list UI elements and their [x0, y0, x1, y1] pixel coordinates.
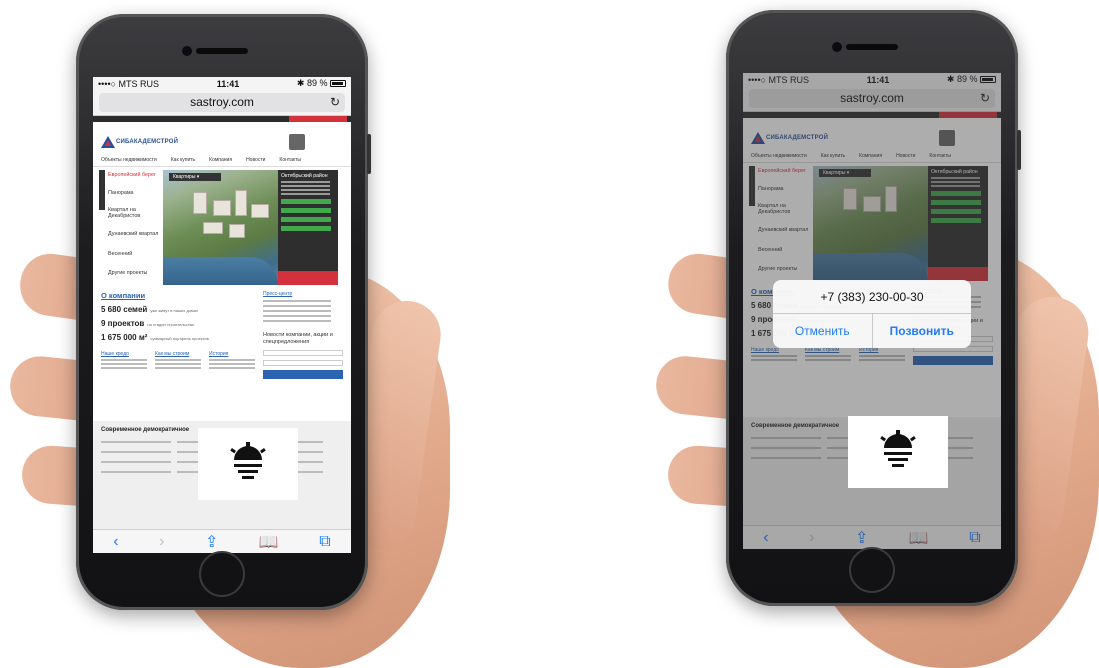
nav-item[interactable]: Новости — [246, 157, 265, 163]
press-column: Пресс-центр Новости компании, акции и сп… — [263, 291, 343, 379]
project-item[interactable]: Другие проекты — [108, 270, 147, 276]
promo-option[interactable] — [281, 226, 331, 231]
river — [163, 257, 278, 285]
promo-option[interactable] — [281, 199, 331, 204]
projects-menu: Европейский берег Панорама Квартал на Де… — [99, 170, 163, 285]
address-bar[interactable]: sastroy.com ↻ — [93, 90, 351, 116]
nav-item[interactable]: Как купить — [171, 157, 195, 163]
type-dropdown[interactable]: Квартиры ▾ — [169, 173, 221, 181]
project-render-image[interactable]: Квартиры ▾ — [163, 170, 278, 285]
status-bar: ••••○ MTS RUS 11:41 ✱ 89 % — [93, 77, 351, 90]
nav-item[interactable]: Компания — [209, 157, 232, 163]
about-section: О компании 5 680 семей уже живут в наших … — [93, 285, 351, 379]
promo-option[interactable] — [281, 217, 331, 222]
battery-icon — [330, 80, 346, 88]
about-link[interactable]: Наше кредо — [101, 351, 129, 357]
power-button[interactable] — [1017, 130, 1021, 170]
about-link[interactable]: Как мы строим — [155, 351, 189, 357]
about-link[interactable]: История — [209, 351, 228, 357]
share-icon[interactable]: ⇪ — [205, 532, 218, 552]
forward-icon[interactable]: › — [159, 533, 164, 551]
back-icon[interactable]: ‹ — [113, 533, 118, 551]
site-header: СИБАКАДЕМСТРОЙ — [93, 122, 351, 154]
phone-left: ••••○ MTS RUS 11:41 ✱ 89 % sastroy.com ↻… — [76, 14, 371, 610]
url-field[interactable]: sastroy.com ↻ — [99, 93, 345, 112]
alert-phone-number: +7 (383) 230-00-30 — [773, 280, 971, 314]
home-button[interactable] — [199, 551, 245, 597]
project-item[interactable]: Квартал на Декабристов — [108, 207, 160, 219]
subscribe-input[interactable] — [263, 360, 343, 366]
subscribe-button[interactable] — [263, 370, 343, 379]
home-button[interactable] — [849, 547, 895, 593]
bookmarks-icon[interactable]: 📖 — [259, 532, 279, 552]
project-item[interactable]: Дунаевский квартал — [108, 231, 158, 237]
nav-item[interactable]: Контакты — [279, 157, 301, 163]
cancel-button[interactable]: Отменить — [773, 314, 872, 348]
promo-title: Октябрьский район — [281, 173, 328, 179]
site-logo-text[interactable]: СИБАКАДЕМСТРОЙ — [116, 139, 178, 145]
tabs-icon[interactable]: ⧉ — [319, 533, 330, 551]
earpiece-speaker — [846, 44, 898, 50]
lightbulb-icon — [880, 430, 916, 467]
logo-icon[interactable] — [101, 136, 115, 148]
news-title: Новости компании, акции и спецпредложени… — [263, 332, 333, 345]
lightbulb-icon — [230, 442, 266, 479]
project-item[interactable]: Весенний — [108, 251, 132, 257]
call-alert-dialog: +7 (383) 230-00-30 Отменить Позвонить — [773, 280, 971, 348]
power-button[interactable] — [367, 134, 371, 174]
watermark-logo — [198, 428, 298, 500]
call-button[interactable]: Позвонить — [871, 314, 972, 348]
promo-panel: Октябрьский район — [278, 170, 338, 285]
safari-toolbar: ‹ › ⇪ 📖 ⧉ — [93, 529, 351, 553]
front-camera — [182, 46, 192, 56]
url-text: sastroy.com — [190, 95, 254, 109]
promo-cta-button[interactable] — [278, 271, 338, 285]
clock: 11:41 — [216, 78, 240, 89]
reload-icon[interactable]: ↻ — [330, 93, 340, 112]
project-item[interactable]: Панорама — [108, 190, 134, 196]
promo-option[interactable] — [281, 208, 331, 213]
earpiece-speaker — [196, 48, 248, 54]
project-item[interactable]: Европейский берег — [108, 172, 156, 178]
projects-tab[interactable] — [99, 170, 105, 210]
nav-item[interactable]: Объекты недвижимости — [101, 157, 157, 163]
press-link[interactable]: Пресс-центр — [263, 291, 292, 297]
building-icon[interactable] — [289, 134, 305, 150]
subscribe-input[interactable] — [263, 350, 343, 356]
carrier-label: ••••○ MTS RUS — [98, 78, 160, 89]
battery-indicator: ✱ 89 % — [297, 78, 346, 89]
watermark-logo — [848, 416, 948, 488]
front-camera — [832, 42, 842, 52]
phone-right: ••••○ MTS RUS 11:41 ✱ 89 % sastroy.com ↻… — [726, 10, 1021, 606]
hero-section: Европейский берег Панорама Квартал на Де… — [99, 170, 345, 285]
site-nav: Объекты недвижимости Как купить Компания… — [93, 154, 351, 167]
